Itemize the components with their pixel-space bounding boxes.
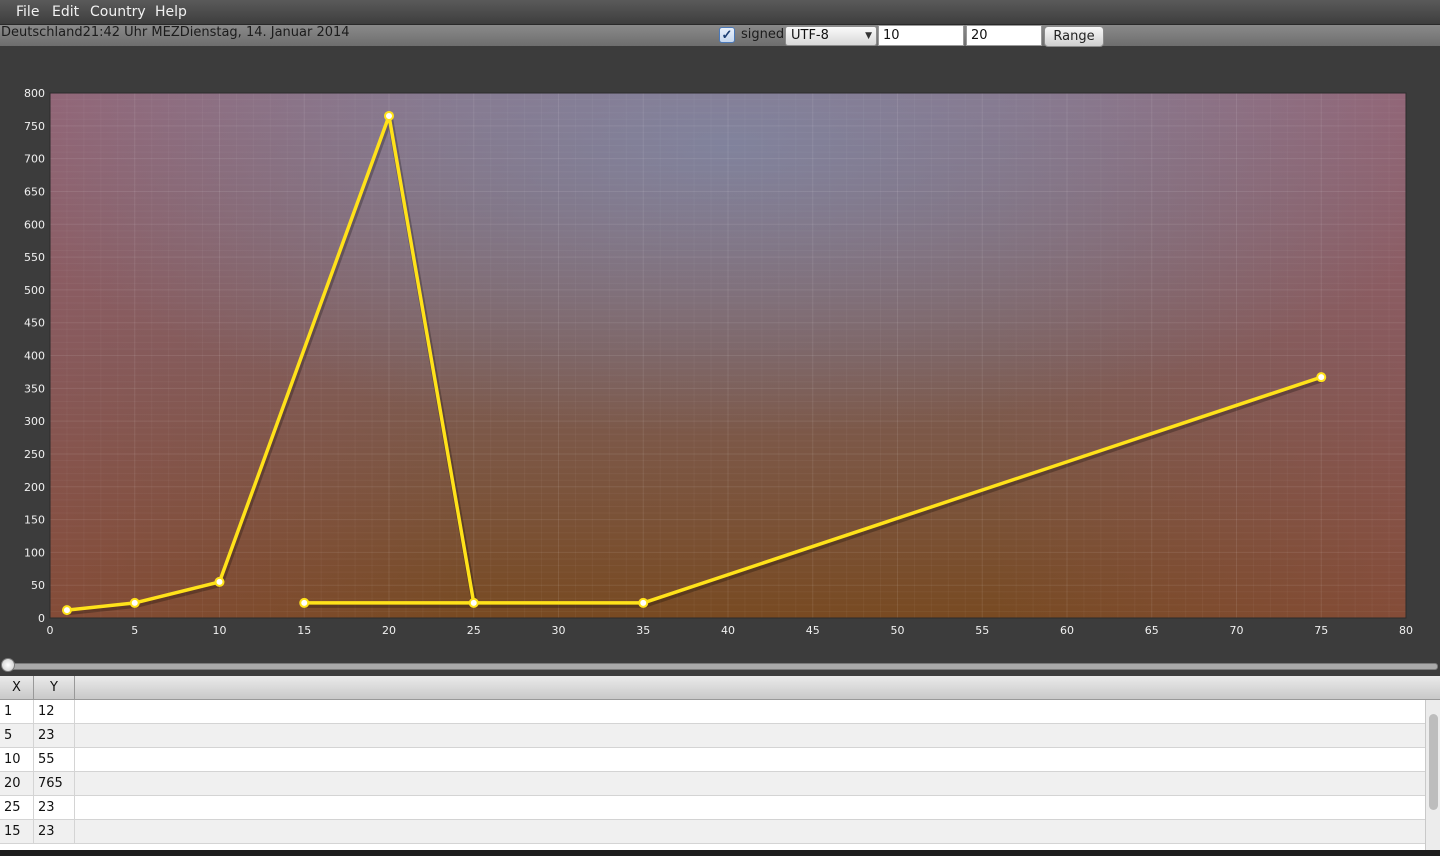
x-tick-label: 25 <box>467 624 481 637</box>
y-tick-label: 50 <box>31 579 45 592</box>
menu-edit[interactable]: Edit <box>52 4 79 20</box>
x-tick-label: 20 <box>382 624 396 637</box>
y-axis-ticks: 0 50 100 150 200 250 300 350 400 450 500 550 600 650 7… <box>24 87 45 625</box>
data-point[interactable] <box>299 597 310 608</box>
cell-x[interactable]: 10 <box>0 748 34 772</box>
x-tick-label: 55 <box>975 624 989 637</box>
range-button[interactable]: Range <box>1044 26 1104 47</box>
data-point[interactable] <box>638 597 649 608</box>
x-tick-label: 65 <box>1145 624 1159 637</box>
y-tick-label: 700 <box>24 153 45 166</box>
y-tick-label: 550 <box>24 251 45 264</box>
cell-y[interactable]: 765 <box>34 772 75 796</box>
x-tick-label: 80 <box>1399 624 1413 637</box>
x-tick-label: 5 <box>131 624 138 637</box>
data-point[interactable] <box>384 110 394 121</box>
range-to-input[interactable] <box>966 25 1042 46</box>
cell-x[interactable]: 25 <box>0 796 34 820</box>
window-bottom-edge <box>0 850 1440 856</box>
x-axis-ticks: 0 5 10 15 20 25 30 35 40 45 50 55 60 65 70 75 80 <box>47 624 1414 637</box>
grid-lines <box>49 92 1407 619</box>
data-point[interactable] <box>214 576 225 587</box>
x-tick-label: 75 <box>1314 624 1328 637</box>
scrollbar-thumb[interactable] <box>1429 714 1438 810</box>
toolbar: Deutschland21:42 Uhr MEZDienstag, 14. Ja… <box>0 25 1440 47</box>
country-time-date-label: Deutschland21:42 Uhr MEZDienstag, 14. Ja… <box>1 25 350 40</box>
encoding-select[interactable]: UTF-8 ▼ <box>785 26 877 46</box>
encoding-value: UTF-8 <box>791 28 829 43</box>
signed-label: signed <box>741 27 785 42</box>
cell-y[interactable]: 23 <box>34 724 75 748</box>
y-tick-label: 100 <box>24 546 45 559</box>
y-tick-label: 150 <box>24 514 45 527</box>
y-tick-label: 200 <box>24 481 45 494</box>
table-header: X Y <box>0 676 1440 700</box>
x-tick-label: 15 <box>297 624 311 637</box>
y-tick-label: 600 <box>24 218 45 231</box>
line-chart: 0501001502002503003504004505005506006507… <box>24 87 1414 637</box>
y-tick-label: 400 <box>24 350 45 363</box>
x-tick-label: 0 <box>47 624 54 637</box>
cell-y[interactable]: 23 <box>34 820 75 844</box>
cell-y[interactable]: 55 <box>34 748 75 772</box>
y-tick-label: 500 <box>24 284 45 297</box>
x-tick-label: 60 <box>1060 624 1074 637</box>
y-tick-label: 300 <box>24 415 45 428</box>
y-tick-label: 350 <box>24 382 45 395</box>
x-tick-label: 10 <box>213 624 227 637</box>
table-row[interactable]: 1 12 <box>0 700 1425 724</box>
cell-y[interactable]: 23 <box>34 796 75 820</box>
menu-help[interactable]: Help <box>155 4 187 20</box>
data-point[interactable] <box>468 597 479 608</box>
cell-x[interactable]: 1 <box>0 700 34 724</box>
cell-x[interactable]: 15 <box>0 820 34 844</box>
column-header-x[interactable]: X <box>0 676 34 699</box>
y-tick-label: 800 <box>24 87 45 100</box>
range-from-input[interactable] <box>878 25 964 46</box>
data-table: X Y 1 12 5 23 10 55 20 765 25 23 15 23 <box>0 676 1440 856</box>
x-tick-label: 40 <box>721 624 735 637</box>
x-tick-label: 50 <box>891 624 905 637</box>
table-row[interactable]: 20 765 <box>0 772 1425 796</box>
data-point[interactable] <box>61 605 72 616</box>
y-tick-label: 250 <box>24 448 45 461</box>
menu-country[interactable]: Country <box>90 4 146 20</box>
cell-x[interactable]: 20 <box>0 772 34 796</box>
y-tick-label: 450 <box>24 317 45 330</box>
checkmark-icon: ✓ <box>721 27 733 42</box>
data-point[interactable] <box>1316 372 1327 383</box>
range-slider-track[interactable] <box>4 663 1438 670</box>
table-row[interactable]: 15 23 <box>0 820 1425 844</box>
x-tick-label: 35 <box>636 624 650 637</box>
y-tick-label: 0 <box>38 612 45 625</box>
vertical-scrollbar[interactable] <box>1425 700 1440 850</box>
cell-x[interactable]: 5 <box>0 724 34 748</box>
menu-file[interactable]: File <box>16 4 39 20</box>
cell-y[interactable]: 12 <box>34 700 75 724</box>
table-row[interactable]: 10 55 <box>0 748 1425 772</box>
menu-bar: File Edit Country Help <box>0 0 1440 25</box>
chevron-down-icon: ▼ <box>865 31 872 41</box>
table-row[interactable]: 5 23 <box>0 724 1425 748</box>
x-tick-label: 45 <box>806 624 820 637</box>
column-header-y[interactable]: Y <box>34 676 75 699</box>
signed-checkbox[interactable]: ✓ <box>719 27 735 43</box>
y-tick-label: 650 <box>24 185 45 198</box>
y-tick-label: 750 <box>24 120 45 133</box>
x-tick-label: 70 <box>1230 624 1244 637</box>
table-row[interactable]: 25 23 <box>0 796 1425 820</box>
data-point[interactable] <box>129 597 140 608</box>
range-slider-thumb[interactable] <box>1 658 15 672</box>
x-tick-label: 30 <box>552 624 566 637</box>
